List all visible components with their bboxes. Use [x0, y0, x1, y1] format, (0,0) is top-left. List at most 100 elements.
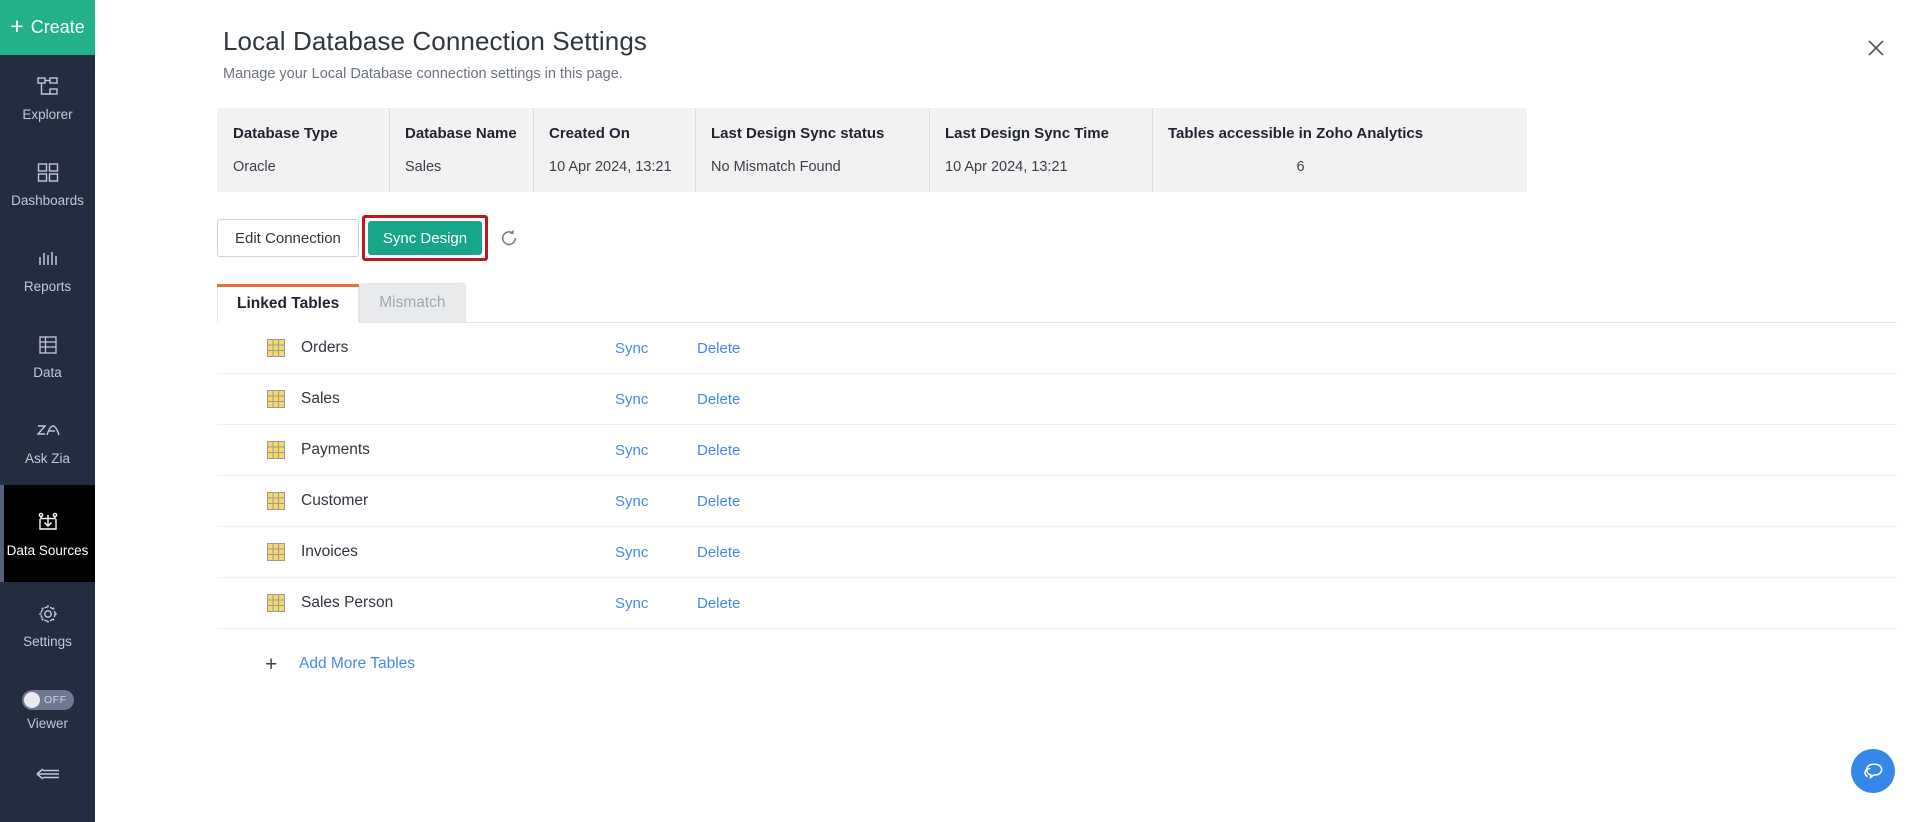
sidebar-item-label: Dashboards	[11, 193, 84, 209]
viewer-switch[interactable]: OFF	[22, 690, 74, 710]
sidebar-nav: Explorer Dashboards Reports	[0, 55, 95, 668]
table-row: Sales Person Sync Delete	[217, 578, 1897, 629]
delete-link[interactable]: Delete	[697, 493, 740, 510]
sync-link[interactable]: Sync	[615, 391, 675, 408]
viewer-toggle[interactable]: OFF Viewer	[0, 690, 95, 731]
table-grid-icon	[267, 390, 285, 408]
plus-icon: +	[265, 654, 281, 675]
tab-mismatch[interactable]: Mismatch	[359, 283, 465, 322]
delete-link[interactable]: Delete	[697, 595, 740, 612]
add-more-tables-link[interactable]: Add More Tables	[299, 655, 415, 673]
delete-link[interactable]: Delete	[697, 442, 740, 459]
table-row: Payments Sync Delete	[217, 425, 1897, 476]
table-name: Customer	[301, 492, 615, 510]
dashboards-icon	[36, 159, 60, 187]
tab-linked-tables[interactable]: Linked Tables	[217, 284, 359, 323]
data-sources-icon	[34, 509, 62, 537]
info-header: Tables accessible in Zoho Analytics	[1168, 125, 1465, 142]
left-sidebar: + Create Explorer	[0, 0, 95, 822]
toggle-knob	[24, 692, 40, 708]
sidebar-item-label: Data	[33, 365, 62, 381]
gear-icon	[36, 600, 60, 628]
close-button[interactable]	[1858, 30, 1894, 66]
linked-tables-list: Orders Sync Delete Sales Sync Delete	[217, 323, 1897, 629]
refresh-icon	[499, 228, 519, 248]
sidebar-item-label: Reports	[24, 279, 71, 295]
sidebar-item-label: Explorer	[22, 107, 72, 123]
sync-link[interactable]: Sync	[615, 493, 675, 510]
info-value: No Mismatch Found	[711, 159, 929, 175]
sidebar-item-ask-zia[interactable]: Ask Zia	[0, 399, 95, 485]
info-cell-tables-accessible: Tables accessible in Zoho Analytics 6	[1152, 108, 1465, 192]
info-value: Oracle	[233, 159, 389, 175]
sync-link[interactable]: Sync	[615, 544, 675, 561]
sidebar-item-dashboards[interactable]: Dashboards	[0, 141, 95, 227]
sync-link[interactable]: Sync	[615, 442, 675, 459]
plus-icon: +	[10, 15, 23, 38]
reports-icon	[36, 245, 60, 273]
info-cell-database-type: Database Type Oracle	[217, 108, 389, 192]
sync-design-button[interactable]: Sync Design	[368, 221, 482, 255]
table-row: Customer Sync Delete	[217, 476, 1897, 527]
connection-info-card: Database Type Oracle Database Name Sales…	[217, 108, 1527, 192]
delete-link[interactable]: Delete	[697, 340, 740, 357]
info-value: 6	[1168, 159, 1465, 175]
page-header: Local Database Connection Settings Manag…	[95, 0, 1924, 82]
info-cell-last-design-sync-time: Last Design Sync Time 10 Apr 2024, 13:21	[929, 108, 1152, 192]
ask-zia-icon	[34, 417, 62, 445]
sync-link[interactable]: Sync	[615, 595, 675, 612]
data-icon	[36, 331, 60, 359]
table-name: Invoices	[301, 543, 615, 561]
chat-bubble-icon	[1861, 759, 1885, 783]
tab-label: Linked Tables	[237, 295, 339, 313]
table-grid-icon	[267, 339, 285, 357]
info-value: 10 Apr 2024, 13:21	[945, 159, 1152, 175]
collapse-sidebar-button[interactable]	[0, 757, 95, 791]
info-header: Created On	[549, 125, 695, 142]
table-name: Orders	[301, 339, 615, 357]
table-row: Invoices Sync Delete	[217, 527, 1897, 578]
refresh-button[interactable]	[498, 227, 520, 249]
info-header: Last Design Sync Time	[945, 125, 1152, 142]
sidebar-item-label: Data Sources	[7, 543, 89, 559]
page-title: Local Database Connection Settings	[223, 26, 1924, 57]
action-toolbar: Edit Connection Sync Design	[217, 215, 1924, 261]
sidebar-item-explorer[interactable]: Explorer	[0, 55, 95, 141]
sync-link[interactable]: Sync	[615, 340, 675, 357]
page-subtitle: Manage your Local Database connection se…	[223, 66, 1924, 82]
table-name: Sales	[301, 390, 615, 408]
tab-bar: Linked Tables Mismatch	[217, 283, 1897, 323]
edit-connection-button[interactable]: Edit Connection	[217, 219, 359, 257]
explorer-icon	[35, 73, 61, 101]
toggle-state-label: OFF	[44, 694, 67, 706]
main-content: Local Database Connection Settings Manag…	[95, 0, 1924, 822]
table-row: Orders Sync Delete	[217, 323, 1897, 374]
viewer-label: Viewer	[27, 716, 68, 731]
sidebar-item-label: Ask Zia	[25, 451, 70, 467]
table-name: Payments	[301, 441, 615, 459]
info-header: Database Name	[405, 125, 533, 142]
sidebar-item-reports[interactable]: Reports	[0, 227, 95, 313]
table-grid-icon	[267, 441, 285, 459]
sidebar-item-data[interactable]: Data	[0, 313, 95, 399]
info-value: 10 Apr 2024, 13:21	[549, 159, 695, 175]
table-grid-icon	[267, 594, 285, 612]
delete-link[interactable]: Delete	[697, 391, 740, 408]
info-cell-last-design-sync-status: Last Design Sync status No Mismatch Foun…	[695, 108, 929, 192]
sync-design-highlight: Sync Design	[362, 215, 488, 261]
sidebar-item-data-sources[interactable]: Data Sources	[0, 485, 95, 582]
create-button-label: Create	[31, 17, 85, 38]
chat-support-button[interactable]	[1851, 749, 1895, 793]
app-root: + Create Explorer	[0, 0, 1924, 822]
create-button[interactable]: + Create	[0, 0, 95, 55]
table-row: Sales Sync Delete	[217, 374, 1897, 425]
info-cell-database-name: Database Name Sales	[389, 108, 533, 192]
table-name: Sales Person	[301, 594, 615, 612]
table-grid-icon	[267, 543, 285, 561]
tab-label: Mismatch	[379, 294, 445, 312]
sidebar-item-label: Settings	[23, 634, 72, 650]
info-header: Last Design Sync status	[711, 125, 929, 142]
add-more-tables-row[interactable]: + Add More Tables	[217, 639, 1924, 689]
delete-link[interactable]: Delete	[697, 544, 740, 561]
sidebar-item-settings[interactable]: Settings	[0, 582, 95, 668]
